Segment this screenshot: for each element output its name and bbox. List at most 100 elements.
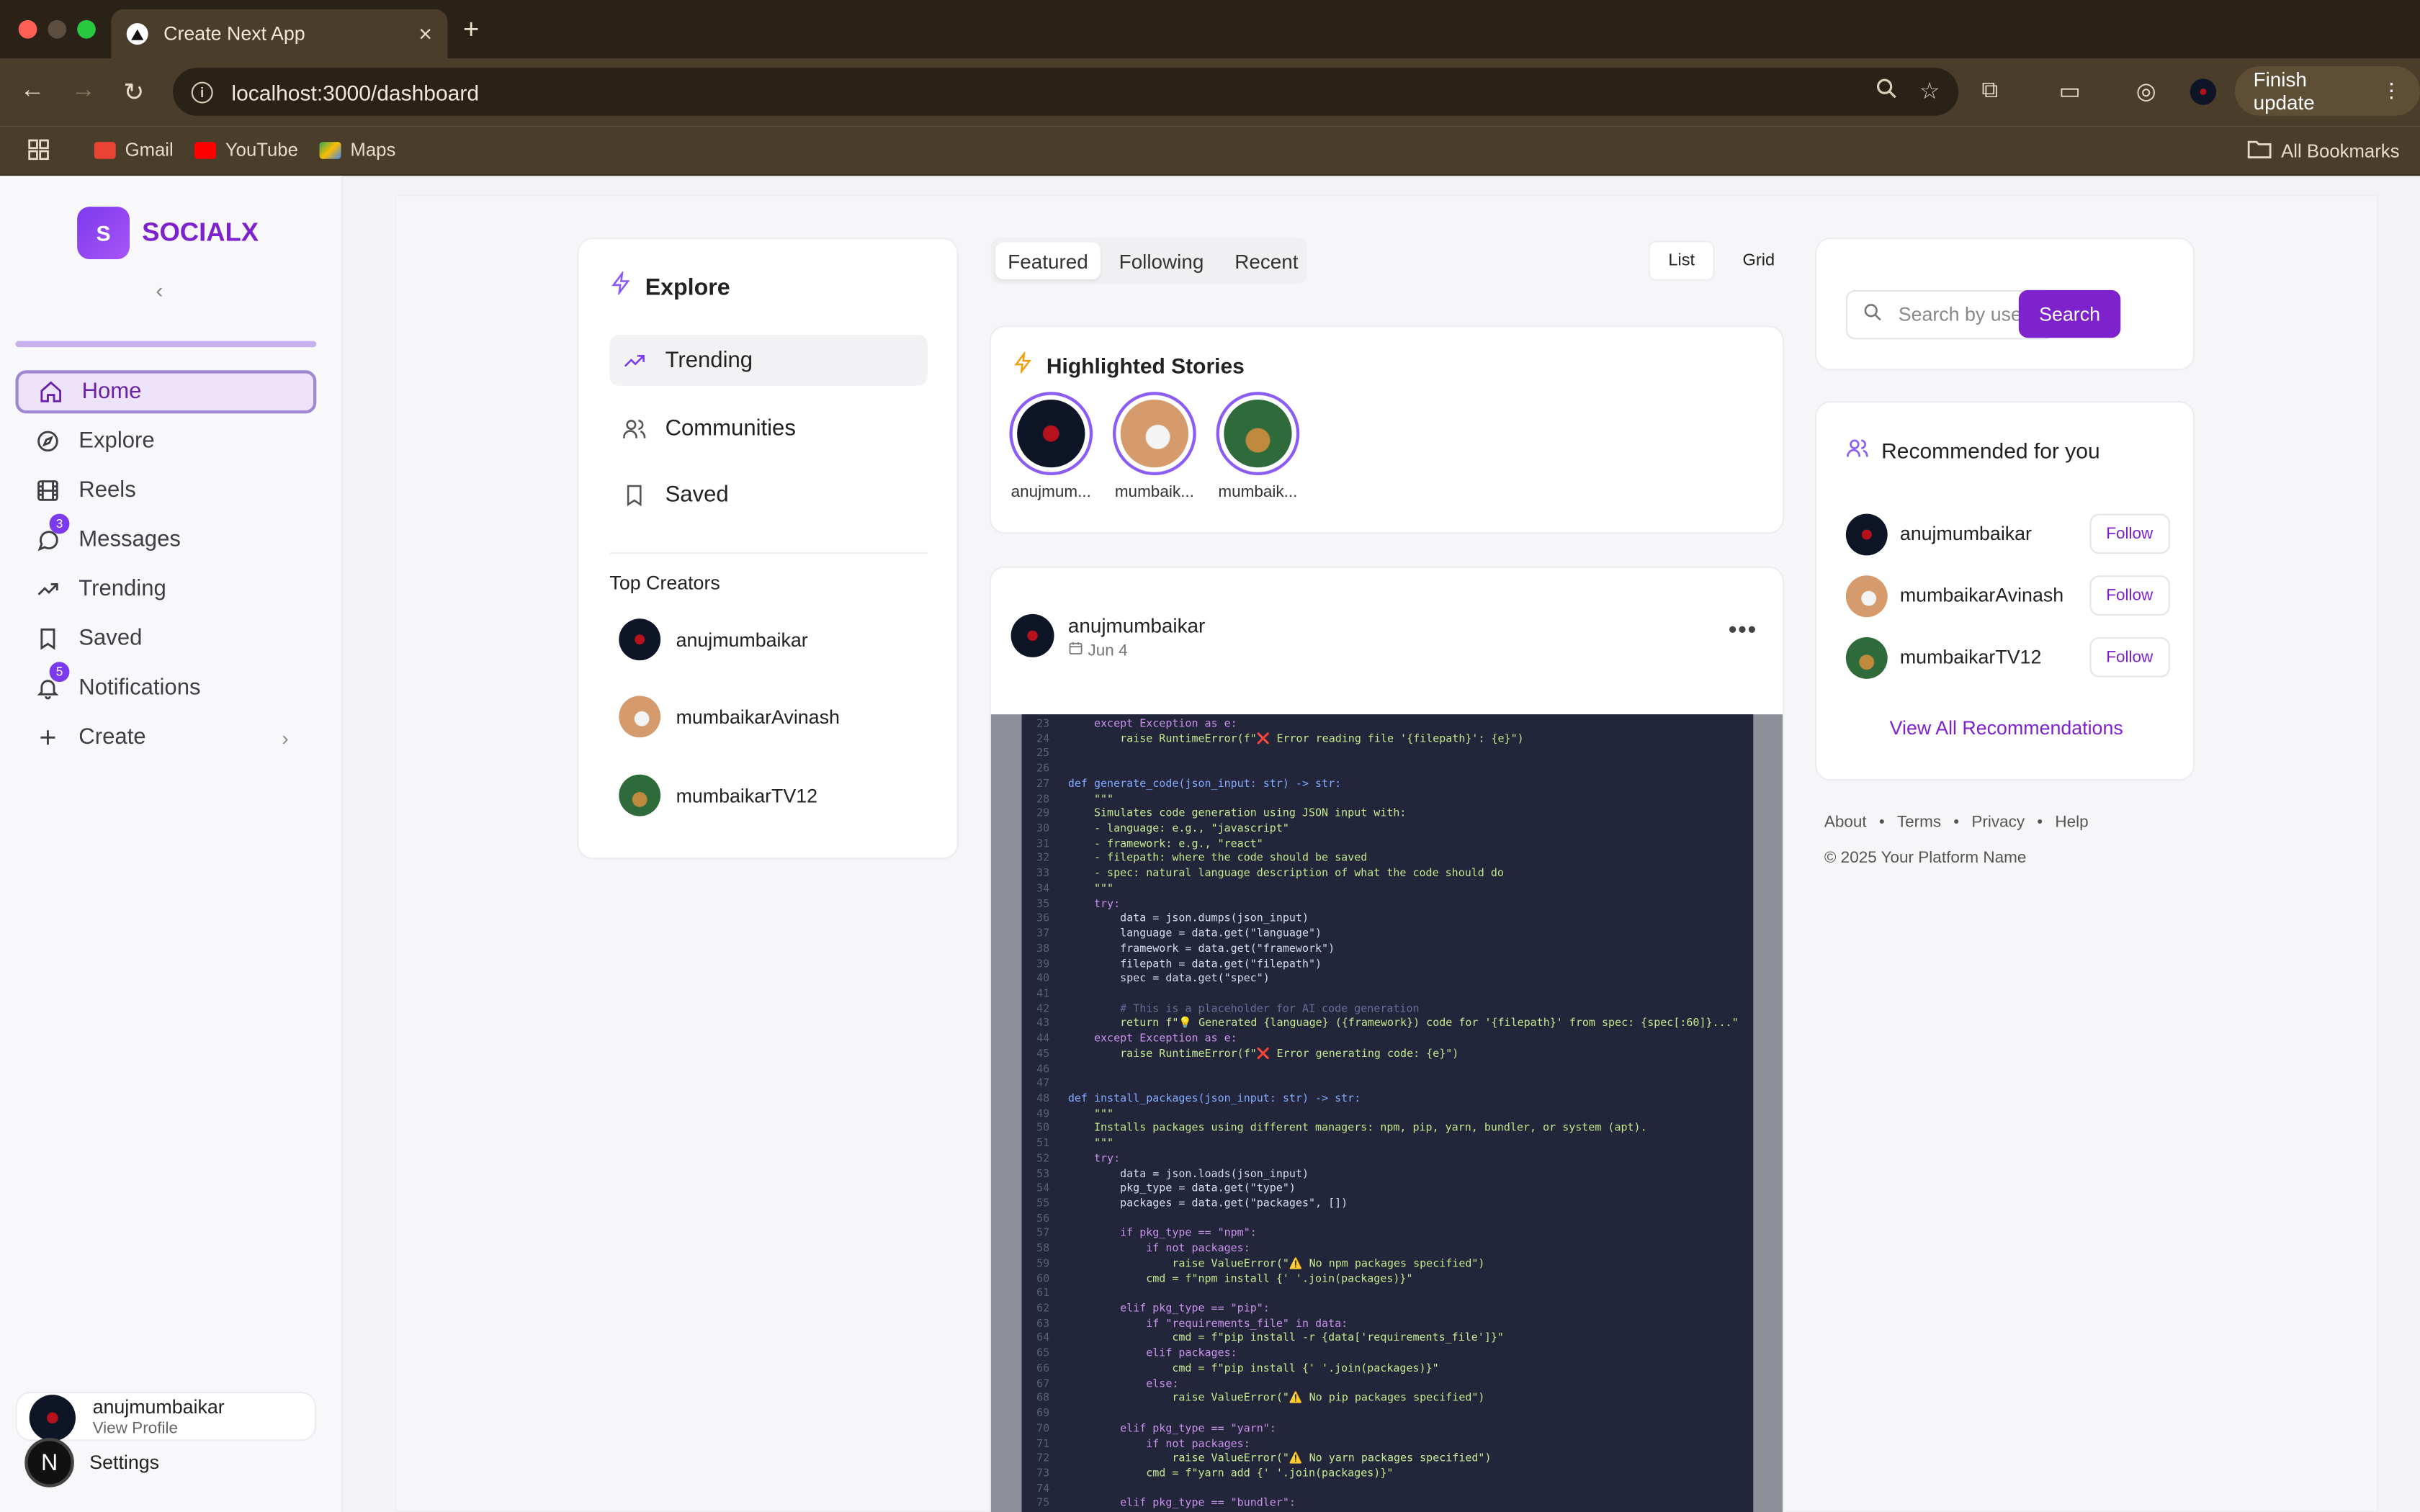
forward-arrow-icon[interactable]: →: [71, 77, 96, 105]
code-line: 67 else:: [1022, 1377, 1754, 1392]
sidebar-item-create[interactable]: Create ›: [15, 716, 316, 759]
avatar[interactable]: [1010, 613, 1054, 657]
sidebar-item-home[interactable]: Home: [15, 370, 317, 414]
code-text: except Exception as e:: [1067, 717, 1237, 730]
code-line: 64 cmd = f"pip install -r {data['require…: [1022, 1332, 1754, 1347]
collapse-sidebar-icon[interactable]: ‹: [156, 278, 163, 302]
extensions-icon[interactable]: ⧉: [1981, 77, 1998, 103]
avatar[interactable]: [1845, 575, 1888, 617]
sidebar-item-messages[interactable]: 3 Messages: [15, 513, 316, 562]
story-item[interactable]: mumbaik...: [1214, 392, 1301, 501]
maximize-window-button[interactable]: [77, 19, 96, 39]
sidebar-item-notifications[interactable]: 5 Notifications: [15, 662, 316, 710]
lightning-icon: [609, 269, 632, 302]
minimize-window-button[interactable]: [48, 19, 67, 39]
avatar: [619, 618, 661, 661]
tab-following[interactable]: Following: [1107, 242, 1216, 279]
follow-button[interactable]: Follow: [2089, 637, 2170, 678]
sidebar-item-explore[interactable]: Explore: [15, 420, 316, 463]
tab-featured[interactable]: Featured: [995, 242, 1101, 279]
bookmark-star-icon[interactable]: ☆: [1919, 77, 1940, 107]
post-image[interactable]: 23 except Exception as e: 24 raise Runtim…: [990, 714, 1783, 1512]
footer-link-terms[interactable]: Terms: [1897, 813, 1941, 832]
line-number: 68: [1036, 1392, 1050, 1405]
code-text: cmd = f"pip install {' '.join(packages)}…: [1067, 1362, 1439, 1375]
bookmark-label: YouTube: [225, 138, 298, 161]
finish-update-button[interactable]: Finish update ⋮: [2234, 66, 2420, 116]
profile-avatar-icon[interactable]: [2190, 78, 2217, 111]
address-bar[interactable]: i localhost:3000/dashboard ☆: [173, 68, 1959, 116]
story-item[interactable]: mumbaik...: [1111, 392, 1198, 501]
close-window-button[interactable]: [18, 19, 37, 39]
profile-card[interactable]: anujmumbaikar View Profile: [15, 1391, 317, 1441]
avatar[interactable]: [1845, 513, 1888, 555]
view-profile-link[interactable]: View Profile: [93, 1419, 178, 1438]
footer-link-about[interactable]: About: [1824, 813, 1867, 832]
explore-item-trending[interactable]: Trending: [609, 335, 928, 386]
line-number: 51: [1036, 1137, 1050, 1150]
new-tab-button[interactable]: +: [463, 14, 480, 46]
code-text: try:: [1067, 1152, 1121, 1165]
more-menu-icon[interactable]: ⋮: [2381, 78, 2401, 103]
chevron-right-icon[interactable]: ›: [282, 726, 288, 749]
code-line: 39 filepath = data.get("filepath"): [1022, 958, 1754, 973]
sidebar-item-trending[interactable]: Trending: [15, 568, 316, 611]
avatar: [1120, 400, 1188, 468]
reload-icon[interactable]: ↻: [123, 77, 144, 108]
code-text: try:: [1067, 897, 1121, 910]
footer-link-privacy[interactable]: Privacy: [1971, 813, 2025, 832]
tab-recent[interactable]: Recent: [1222, 242, 1311, 279]
footer-link-help[interactable]: Help: [2055, 813, 2088, 832]
bookmark-youtube[interactable]: YouTube: [194, 139, 298, 161]
calendar-icon: [1068, 642, 1088, 660]
browser-tab[interactable]: Create Next App ×: [111, 9, 448, 59]
tab-close-icon[interactable]: ×: [418, 21, 432, 47]
code-line: 49 """: [1022, 1107, 1754, 1122]
back-arrow-icon[interactable]: ←: [20, 77, 45, 105]
bookmark-gmail[interactable]: Gmail: [94, 139, 174, 161]
line-number: 74: [1036, 1482, 1050, 1495]
site-info-icon[interactable]: i: [191, 81, 213, 103]
story-item[interactable]: anujmum...: [1008, 392, 1094, 501]
settings-row[interactable]: N Settings: [24, 1438, 159, 1488]
sidebar-item-saved[interactable]: Saved: [15, 617, 316, 660]
follow-button[interactable]: Follow: [2089, 575, 2170, 616]
code-line: 72 raise ValueError("⚠️ No yarn packages…: [1022, 1452, 1754, 1467]
performance-icon[interactable]: ◎: [2136, 77, 2156, 104]
more-options-icon[interactable]: •••: [1729, 617, 1757, 643]
recommendation-name[interactable]: anujmumbaikar: [1900, 523, 2032, 544]
tab-search-icon[interactable]: ▭: [2059, 77, 2081, 104]
bookmark-maps[interactable]: Maps: [319, 139, 395, 161]
code-text: if "requirements_file" in data:: [1067, 1317, 1348, 1330]
creator-row[interactable]: mumbaikarAvinash: [619, 696, 840, 738]
nextjs-dev-icon[interactable]: N: [24, 1438, 74, 1488]
code-text: cmd = f"yarn add {' '.join(packages)}": [1067, 1467, 1394, 1480]
list-view-button[interactable]: List: [1648, 240, 1715, 281]
recommendation-name[interactable]: mumbaikarAvinash: [1900, 585, 2063, 606]
view-all-recommendations-link[interactable]: View All Recommendations: [1816, 717, 2196, 739]
browser-toolbar: ← → ↻ i localhost:3000/dashboard ☆ ⧉ ▭ ◎…: [0, 58, 2420, 127]
sidebar-item-reels[interactable]: Reels: [15, 469, 316, 512]
messages-badge: 3: [49, 513, 70, 534]
recommendation-name[interactable]: mumbaikarTV12: [1900, 647, 2042, 668]
code-line: 63 if "requirements_file" in data:: [1022, 1317, 1754, 1332]
zoom-icon[interactable]: [1875, 77, 1898, 107]
follow-button[interactable]: Follow: [2089, 513, 2170, 554]
apps-grid-icon[interactable]: [28, 139, 50, 161]
explore-item-saved[interactable]: Saved: [609, 469, 927, 520]
folder-icon: [2247, 139, 2272, 163]
settings-label[interactable]: Settings: [89, 1452, 159, 1473]
avatar[interactable]: [1845, 636, 1888, 678]
brand-logo[interactable]: S SOCIALX: [77, 207, 259, 259]
search-button[interactable]: Search: [2018, 289, 2121, 338]
code-line: 45 raise RuntimeError(f"❌ Error generati…: [1022, 1048, 1754, 1063]
footer-links: About • Terms • Privacy • Help: [1824, 813, 2089, 832]
all-bookmarks[interactable]: All Bookmarks: [2247, 139, 2399, 163]
grid-view-button[interactable]: Grid: [1724, 240, 1793, 281]
creator-row[interactable]: anujmumbaikar: [619, 618, 808, 661]
post-author[interactable]: anujmumbaikar: [1068, 614, 1205, 637]
line-number: 36: [1036, 912, 1050, 925]
explore-item-communities[interactable]: Communities: [609, 402, 927, 454]
creator-row[interactable]: mumbaikarTV12: [619, 774, 817, 816]
line-number: 34: [1036, 882, 1050, 895]
